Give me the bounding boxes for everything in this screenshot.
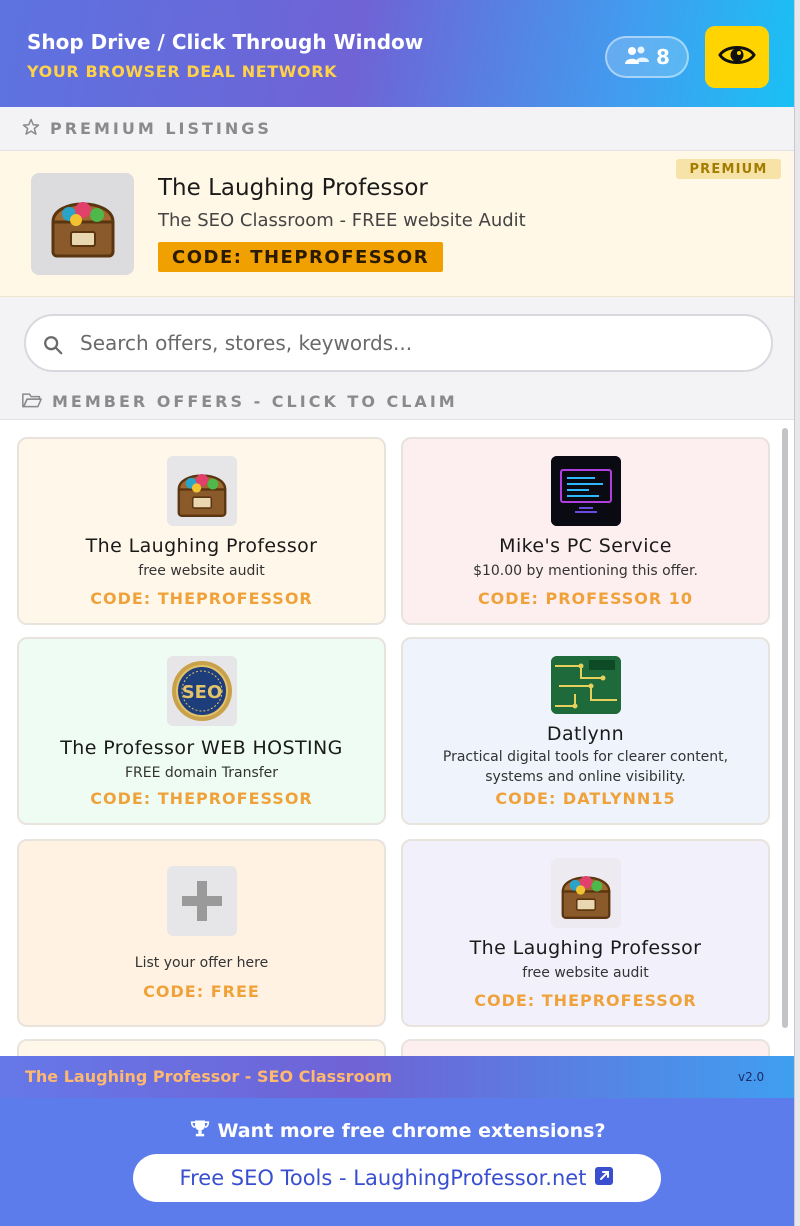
offer-code: CODE: THEPROFESSOR	[90, 789, 313, 808]
footer-strip: The Laughing Professor - SEO Classroom v…	[0, 1056, 794, 1098]
offer-card[interactable]	[401, 1039, 770, 1056]
offer-code: CODE: DATLYNN15	[495, 789, 676, 808]
offer-code: CODE: PROFESSOR 10	[477, 589, 694, 608]
offer-description: $10.00 by mentioning this offer.	[473, 563, 698, 579]
offers-section-header: MEMBER OFFERS - CLICK TO CLAIM	[0, 384, 794, 420]
offer-name: The Laughing Professor	[469, 937, 702, 959]
computer-monitor-logo	[550, 456, 621, 526]
free-seo-tools-link[interactable]: Free SEO Tools - LaughingProfessor.net	[133, 1154, 661, 1202]
offers-section-label: MEMBER OFFERS - CLICK TO CLAIM	[52, 392, 458, 411]
treasure-chest-logo	[166, 456, 237, 526]
visibility-toggle-button[interactable]	[705, 26, 769, 88]
footer-prompt-text: Want more free chrome extensions?	[217, 1119, 606, 1142]
premium-section-header: PREMIUM LISTINGS	[0, 107, 794, 151]
circuit-board-logo	[550, 656, 621, 714]
scrollbar-thumb[interactable]	[782, 428, 788, 1028]
header: Shop Drive / Click Through Window YOUR B…	[0, 0, 794, 107]
member-count-badge[interactable]: 8	[605, 36, 689, 78]
premium-section-label: PREMIUM LISTINGS	[50, 119, 272, 138]
seo-badge-logo: SEO	[166, 656, 237, 726]
offer-code: CODE: THEPROFESSOR	[90, 589, 313, 608]
external-link-icon	[594, 1166, 614, 1191]
offer-description: List your offer here	[134, 955, 269, 971]
offer-code: CODE: FREE	[143, 982, 260, 1001]
offer-name: Datlynn	[546, 723, 625, 745]
premium-listing-code[interactable]: CODE: THEPROFESSOR	[158, 242, 444, 272]
offer-name: Mike's PC Service	[499, 535, 672, 557]
search-area	[0, 297, 794, 384]
trophy-icon	[190, 1118, 210, 1143]
premium-listing-description: The SEO Classroom - FREE website Audit	[158, 210, 526, 231]
eye-icon	[718, 42, 756, 72]
search-icon	[42, 334, 64, 360]
footer-prompt: Want more free chrome extensions?	[0, 1118, 794, 1143]
offer-description: FREE domain Transfer	[124, 765, 279, 781]
treasure-chest-logo	[31, 173, 134, 275]
offer-name: The Professor WEB HOSTING	[60, 737, 343, 759]
plus-icon	[166, 866, 237, 936]
folder-open-icon	[22, 392, 42, 412]
footer: The Laughing Professor - SEO Classroom v…	[0, 1056, 794, 1226]
offer-description: Practical digital tools for clearer cont…	[442, 749, 729, 785]
app-title: Shop Drive / Click Through Window	[27, 30, 424, 54]
offer-code: CODE: THEPROFESSOR	[474, 991, 697, 1010]
search-box[interactable]	[24, 314, 773, 372]
premium-listing-name: The Laughing Professor	[158, 175, 428, 201]
premium-listing-card[interactable]: The Laughing Professor The SEO Classroom…	[0, 151, 794, 297]
footer-site-name: The Laughing Professor - SEO Classroom	[25, 1067, 393, 1086]
offers-grid: The Laughing Professor free website audi…	[0, 420, 794, 1056]
premium-badge: PREMIUM	[676, 159, 781, 179]
offer-card[interactable]: SEO The Professor WEB HOSTING FREE domai…	[17, 637, 386, 825]
offer-card[interactable]: Datlynn Practical digital tools for clea…	[401, 637, 770, 825]
footer-link-label: Free SEO Tools - LaughingProfessor.net	[179, 1166, 587, 1190]
extension-popup: Shop Drive / Click Through Window YOUR B…	[0, 0, 795, 1226]
offer-description: free website audit	[138, 563, 265, 579]
offer-name: The Laughing Professor	[85, 535, 318, 557]
version-label: v2.0	[738, 1070, 765, 1084]
offer-card[interactable]: Mike's PC Service $10.00 by mentioning t…	[401, 437, 770, 625]
svg-text:SEO: SEO	[181, 682, 222, 703]
offer-card[interactable]: The Laughing Professor free website audi…	[401, 839, 770, 1027]
users-icon	[624, 45, 650, 70]
star-icon	[22, 118, 40, 140]
offer-card[interactable]: List your offer here CODE: FREE	[17, 839, 386, 1027]
offer-card[interactable]: The Laughing Professor free website audi…	[17, 437, 386, 625]
treasure-chest-logo	[550, 858, 621, 928]
offer-card[interactable]	[17, 1039, 386, 1056]
app-subtitle: YOUR BROWSER DEAL NETWORK	[27, 62, 338, 81]
member-count: 8	[656, 45, 670, 69]
offer-description: free website audit	[522, 965, 649, 981]
search-input[interactable]	[80, 322, 750, 364]
